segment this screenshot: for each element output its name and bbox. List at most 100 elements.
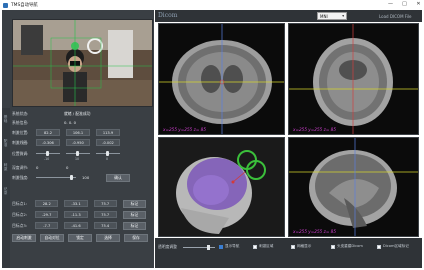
adjust-x-slider[interactable]: -10 [36, 150, 60, 161]
axial-view[interactable]: x=255 y=255 z= 85 [158, 23, 285, 135]
axial-view-2[interactable]: x=255 y=255 z= 85 [288, 23, 419, 135]
show-navigation-checkbox[interactable]: 显示导航 [219, 244, 239, 249]
position-label: 刺激位置: [12, 129, 29, 135]
adjust-z-slider[interactable]: 0 [96, 150, 120, 161]
info-value: 0. 0. 0 [64, 120, 77, 125]
adjust-row: 位置微调: -10 10 0 [12, 149, 152, 161]
info-label: 系统信息: [12, 119, 29, 125]
camera-view [12, 19, 153, 107]
chevron-down-icon: ▾ [342, 14, 344, 18]
tab-record[interactable]: 记录 [3, 182, 9, 200]
checkbox-box [331, 244, 335, 249]
target-z-field[interactable]: 75.7 [93, 200, 117, 207]
view-options-bar: 透明度调整 显示导航 刺激区域 网格显示 头皮重建Dicom Dicom区域标记 [155, 238, 422, 268]
target-label: 目标点2: [12, 211, 28, 217]
status-value: 就绪 / 配准成功 [64, 110, 91, 116]
dicom-title: Dicom [158, 12, 178, 19]
target-label: 目标点3: [12, 222, 28, 228]
lock-button[interactable]: 锁定 [68, 233, 92, 242]
save-button[interactable]: 保存 [124, 233, 148, 242]
target-z-field[interactable]: 75.7 [93, 211, 117, 218]
checkbox-box [253, 244, 257, 249]
load-dicom-button[interactable]: Load DICOM File [379, 12, 419, 20]
app-window: TMS自动导航 — □ ✕ 基础 配准 刺激 记录 系统状态: 就绪 / 配准成… [0, 0, 424, 270]
checkbox-label: 网格显示 [297, 244, 312, 248]
tab-basic[interactable]: 基础 [3, 110, 9, 128]
rotation-z-field[interactable]: -0.002 [96, 139, 120, 146]
window-controls: — □ ✕ [387, 1, 422, 7]
checkbox-box [377, 244, 381, 249]
tab-register[interactable]: 配准 [3, 134, 9, 152]
target-z-field[interactable]: 75.4 [93, 222, 117, 229]
target-y-field[interactable]: -41.6 [64, 222, 88, 229]
target-y-field[interactable]: -33.1 [64, 200, 88, 207]
rotation-row: 刺激线圈: -0.306 -0.950 -0.002 [12, 138, 152, 147]
start-stimulation-button[interactable]: 启动刺激 [12, 233, 36, 242]
adjust-label: 位置微调: [12, 150, 29, 156]
minimize-button[interactable]: — [387, 1, 394, 7]
target-label: 目标点1: [12, 200, 28, 206]
checkbox-box [291, 244, 295, 249]
axial-coords: x=255 y=255 z= 85 [163, 127, 206, 132]
target-mark-button[interactable]: 标记 [122, 210, 147, 219]
close-button[interactable]: ✕ [415, 1, 422, 7]
title-bar: TMS自动导航 — □ ✕ [0, 0, 424, 10]
target-row: 目标点2: -29.7 -11.3 75.7 标记 [12, 210, 152, 219]
select-button[interactable]: 选择 [96, 233, 120, 242]
status-label: 系统状态: [12, 110, 29, 116]
intensity-confirm-button[interactable]: 确认 [106, 173, 130, 182]
target-row: 目标点1: 28.2 -33.1 75.7 标记 [12, 199, 152, 208]
stim-area-checkbox[interactable]: 刺激区域 [253, 244, 273, 249]
depth-label: 深度调节: [12, 164, 29, 170]
rotation-y-field[interactable]: -0.950 [66, 139, 90, 146]
opacity-label: 透明度调整 [158, 244, 177, 249]
depth-value-1: 0 [36, 165, 39, 170]
position-z-field[interactable]: 113.9 [96, 129, 120, 136]
checkbox-label: Dicom区域标记 [383, 244, 409, 248]
dicom-mark-checkbox[interactable]: Dicom区域标记 [377, 244, 409, 249]
target-mark-button[interactable]: 标记 [122, 199, 147, 208]
intensity-row: 刺激强度: 100 确认 [12, 173, 152, 182]
axial-2-coords: x=255 y=255 z= 85 [293, 127, 336, 132]
target-y-field[interactable]: -11.3 [64, 211, 88, 218]
adjust-x-tick: -10 [44, 157, 50, 161]
3d-model-view[interactable] [158, 137, 285, 237]
rotation-x-field[interactable]: -0.306 [36, 139, 60, 146]
target-x-field[interactable]: -29.7 [35, 211, 59, 218]
depth-row: 深度调节: 0 0 [12, 163, 152, 172]
template-select-value: MNI [320, 13, 328, 19]
tab-stimulate[interactable]: 刺激 [3, 158, 9, 176]
window-title: TMS自动导航 [11, 3, 38, 8]
checkbox-box [219, 244, 223, 249]
opacity-slider[interactable] [183, 245, 215, 250]
rotation-label: 刺激线圈: [12, 139, 29, 145]
scalp-dicom-checkbox[interactable]: 头皮重建Dicom [331, 244, 363, 249]
position-x-field[interactable]: 82.2 [36, 129, 60, 136]
adjust-z-tick: 0 [106, 157, 109, 161]
position-row: 刺激位置: 82.2 106.1 113.9 [12, 128, 152, 137]
intensity-label: 刺激强度: [12, 174, 29, 180]
sagittal-view[interactable]: x=255 y=255 z= 85 [288, 137, 419, 237]
side-tabs: 基础 配准 刺激 记录 [2, 108, 10, 268]
status-row: 系统状态: 就绪 / 配准成功 [12, 109, 152, 118]
target-row: 目标点3: -7.7 -41.6 75.4 标记 [12, 221, 152, 230]
checkbox-label: 显示导航 [225, 244, 240, 248]
auto-align-button[interactable]: 自动对位 [40, 233, 64, 242]
intensity-value: 100 [82, 175, 90, 180]
adjust-y-slider[interactable]: 10 [66, 150, 90, 161]
position-y-field[interactable]: 106.1 [66, 129, 90, 136]
maximize-button[interactable]: □ [401, 1, 408, 7]
app-icon [3, 2, 8, 8]
target-x-field[interactable]: -7.7 [35, 222, 59, 229]
target-mark-button[interactable]: 标记 [122, 221, 147, 230]
sagittal-coords: x=255 y=255 z= 85 [293, 229, 336, 234]
checkbox-label: 头皮重建Dicom [337, 244, 363, 248]
right-panel: Dicom MNI ▾ Load DICOM File x=255 y=255 … [155, 10, 422, 268]
template-select[interactable]: MNI ▾ [317, 12, 347, 20]
left-panel: 基础 配准 刺激 记录 系统状态: 就绪 / 配准成功 系统信息: 0. 0. … [2, 10, 154, 268]
grid-checkbox[interactable]: 网格显示 [291, 244, 311, 249]
control-form: 系统状态: 就绪 / 配准成功 系统信息: 0. 0. 0 刺激位置: 82.2… [12, 109, 152, 267]
target-x-field[interactable]: 28.2 [35, 200, 59, 207]
action-buttons-row: 启动刺激 自动对位 锁定 选择 保存 [12, 233, 152, 242]
intensity-slider[interactable] [36, 174, 76, 181]
